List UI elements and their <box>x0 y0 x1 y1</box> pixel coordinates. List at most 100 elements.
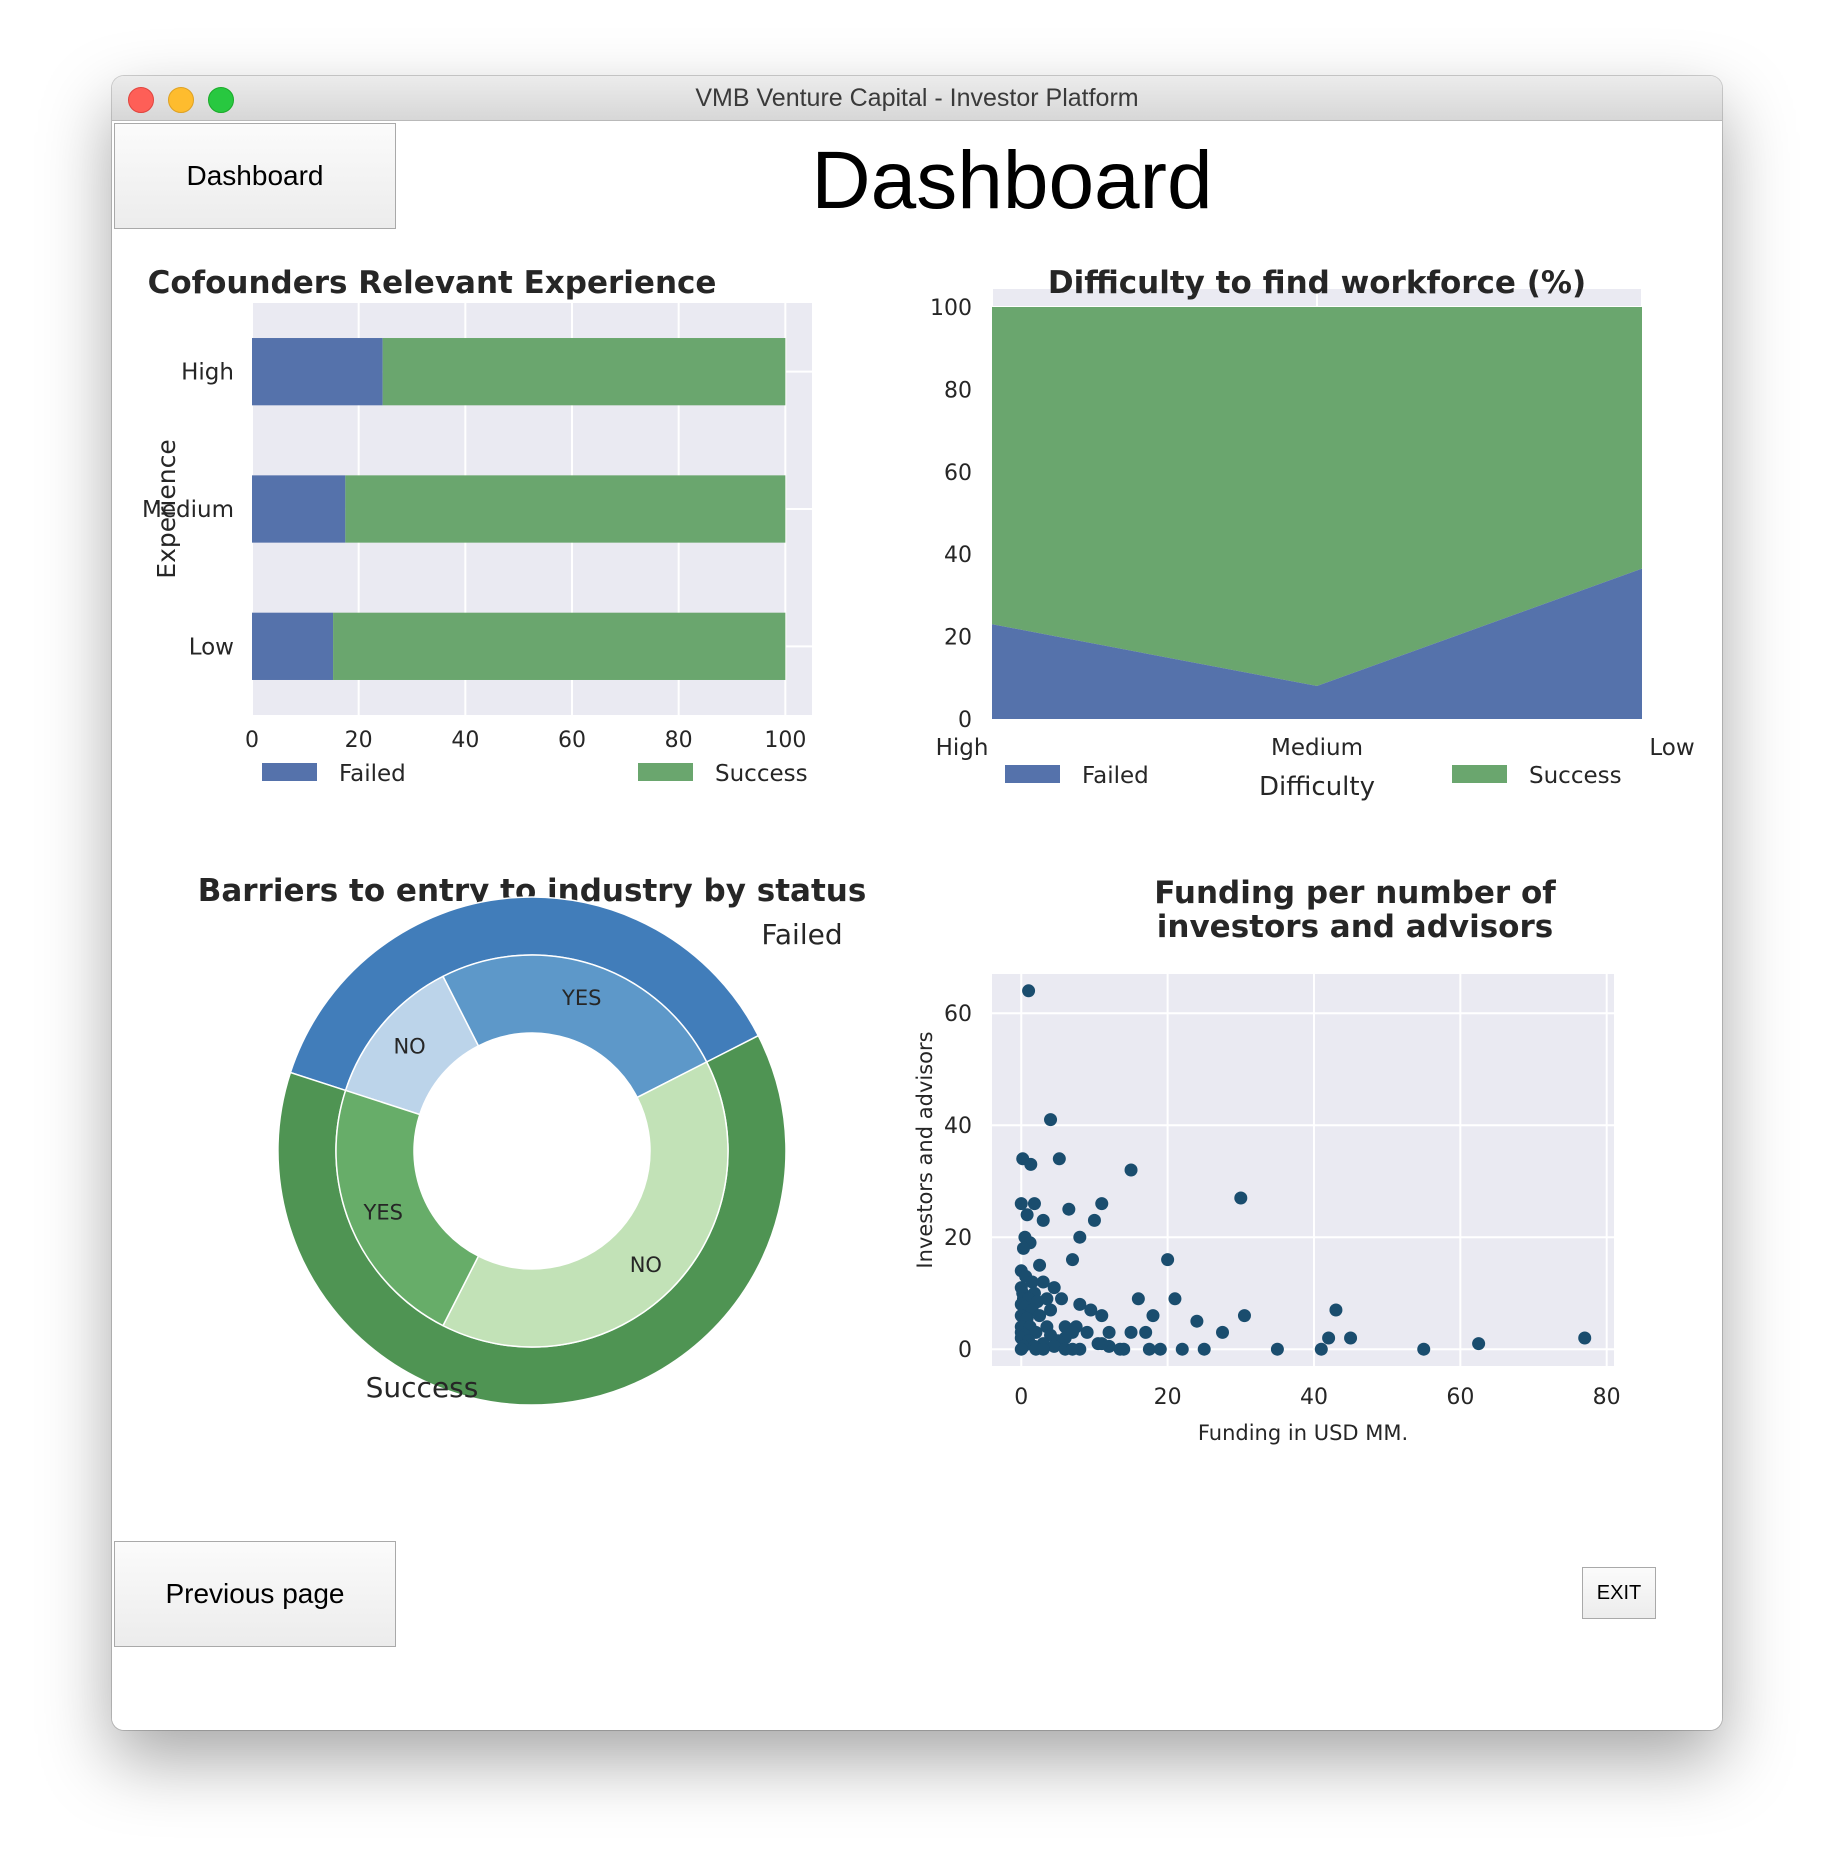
x-tick-label: 100 <box>764 728 806 753</box>
window-title: VMB Venture Capital - Investor Platform <box>695 84 1139 112</box>
data-point <box>1124 1163 1138 1177</box>
data-point <box>1095 1309 1109 1323</box>
y-tick-label: 20 <box>944 626 972 651</box>
outer-label: Success <box>366 1371 479 1404</box>
exit-button[interactable]: EXIT <box>1582 1567 1656 1619</box>
data-point <box>1047 1339 1061 1353</box>
x-tick-label: 60 <box>1446 1385 1474 1410</box>
y-tick-label: 40 <box>944 1114 972 1139</box>
data-point <box>1102 1325 1116 1339</box>
data-point <box>1033 1258 1047 1272</box>
data-point <box>1027 1197 1041 1211</box>
data-point <box>1270 1342 1284 1356</box>
data-point <box>1073 1297 1087 1311</box>
data-point <box>1153 1342 1167 1356</box>
y-axis-label: Experience <box>152 439 181 578</box>
data-point <box>1016 1241 1030 1255</box>
data-point <box>1146 1309 1160 1323</box>
dashboard-button[interactable]: Dashboard <box>114 123 396 229</box>
data-point <box>1329 1303 1343 1317</box>
data-point <box>1216 1325 1230 1339</box>
bar-failed <box>252 612 334 680</box>
bar-success <box>333 612 786 680</box>
y-tick-label: 60 <box>944 461 972 486</box>
data-point <box>1022 984 1036 998</box>
data-point <box>1234 1191 1248 1205</box>
legend-label-failed: Failed <box>1082 763 1149 789</box>
data-point <box>1055 1292 1069 1306</box>
y-tick-label: 20 <box>944 1226 972 1251</box>
legend-swatch-failed <box>1005 765 1060 783</box>
data-point <box>1417 1342 1431 1356</box>
barriers-donut-chart: Barriers to entry to industry by statusF… <box>198 873 866 1406</box>
chart-title: Difficulty to find workforce (%) <box>1048 265 1586 301</box>
title-bar: VMB Venture Capital - Investor Platform <box>112 76 1722 121</box>
x-tick-label: 20 <box>345 728 373 753</box>
bar-failed <box>252 475 346 543</box>
data-point <box>1044 1113 1058 1127</box>
legend-swatch-success <box>1452 765 1507 783</box>
data-point <box>1197 1342 1211 1356</box>
data-point <box>1131 1292 1145 1306</box>
data-point <box>1065 1325 1079 1339</box>
x-tick-label: 0 <box>1014 1385 1028 1410</box>
data-point <box>1052 1152 1066 1166</box>
x-tick-label: 80 <box>1593 1385 1621 1410</box>
y-tick-label: High <box>181 360 234 386</box>
data-point <box>1036 1213 1050 1227</box>
bar-success <box>382 338 786 406</box>
y-tick-label: 0 <box>958 708 972 733</box>
data-point <box>1020 1208 1034 1222</box>
y-tick-label: 40 <box>944 543 972 568</box>
data-point <box>1036 1342 1050 1356</box>
legend-label-success: Success <box>715 761 808 787</box>
y-tick-label: 80 <box>944 378 972 403</box>
data-point <box>1175 1342 1189 1356</box>
data-point <box>1014 1342 1028 1356</box>
x-tick-label: Medium <box>1271 735 1363 761</box>
bar-success <box>345 475 786 543</box>
data-point <box>1036 1275 1050 1289</box>
chart-title-line-2: investors and advisors <box>1157 909 1553 945</box>
data-point <box>1040 1292 1054 1306</box>
data-point <box>1124 1325 1138 1339</box>
dashboard-page: Dashboard Dashboard 0 20 40 60 80 100 High Medi… <box>112 121 1722 1730</box>
workforce-area-chart: 0 20 40 60 80 100 High Medium Low Difficulty to f… <box>930 265 1695 802</box>
app-window: VMB Venture Capital - Investor Platform … <box>112 76 1722 1730</box>
x-tick-label: 40 <box>451 728 479 753</box>
data-point <box>1065 1253 1079 1267</box>
inner-label: YES <box>561 986 601 1010</box>
chart-title-line-1: Funding per number of <box>1154 875 1556 911</box>
data-point <box>1578 1331 1592 1345</box>
outer-label: Failed <box>761 918 842 951</box>
legend-label-success: Success <box>1529 763 1622 789</box>
data-point <box>1065 1342 1079 1356</box>
inner-label: YES <box>363 1201 403 1225</box>
data-point <box>1139 1325 1153 1339</box>
x-tick-label: 60 <box>558 728 586 753</box>
y-tick-label: 0 <box>958 1338 972 1363</box>
chart-title: Cofounders Relevant Experience <box>148 265 717 301</box>
experience-bar-chart: 0 20 40 60 80 100HighMediumLowCofounders Rele… <box>142 265 812 787</box>
page-title: Dashboard <box>811 135 1213 226</box>
x-tick-label: 40 <box>1300 1385 1328 1410</box>
data-point <box>1073 1230 1087 1244</box>
inner-label: NO <box>393 1034 425 1058</box>
data-point <box>1033 1309 1047 1323</box>
x-tick-label: 20 <box>1154 1385 1182 1410</box>
data-point <box>1168 1292 1182 1306</box>
y-tick-label: 60 <box>944 1002 972 1027</box>
legend-label-failed: Failed <box>339 761 406 787</box>
data-point <box>1322 1331 1336 1345</box>
y-axis-label: Investors and advisors <box>913 1031 937 1268</box>
data-point <box>1095 1337 1109 1351</box>
inner-label: NO <box>630 1253 662 1277</box>
data-point <box>1084 1303 1098 1317</box>
y-tick-label: 100 <box>930 296 972 321</box>
previous-page-button[interactable]: Previous page <box>114 1541 396 1647</box>
legend-swatch-failed <box>262 763 317 781</box>
data-point <box>1314 1342 1328 1356</box>
data-point <box>1024 1157 1038 1171</box>
data-point <box>1117 1342 1131 1356</box>
y-tick-label: Low <box>189 634 234 660</box>
